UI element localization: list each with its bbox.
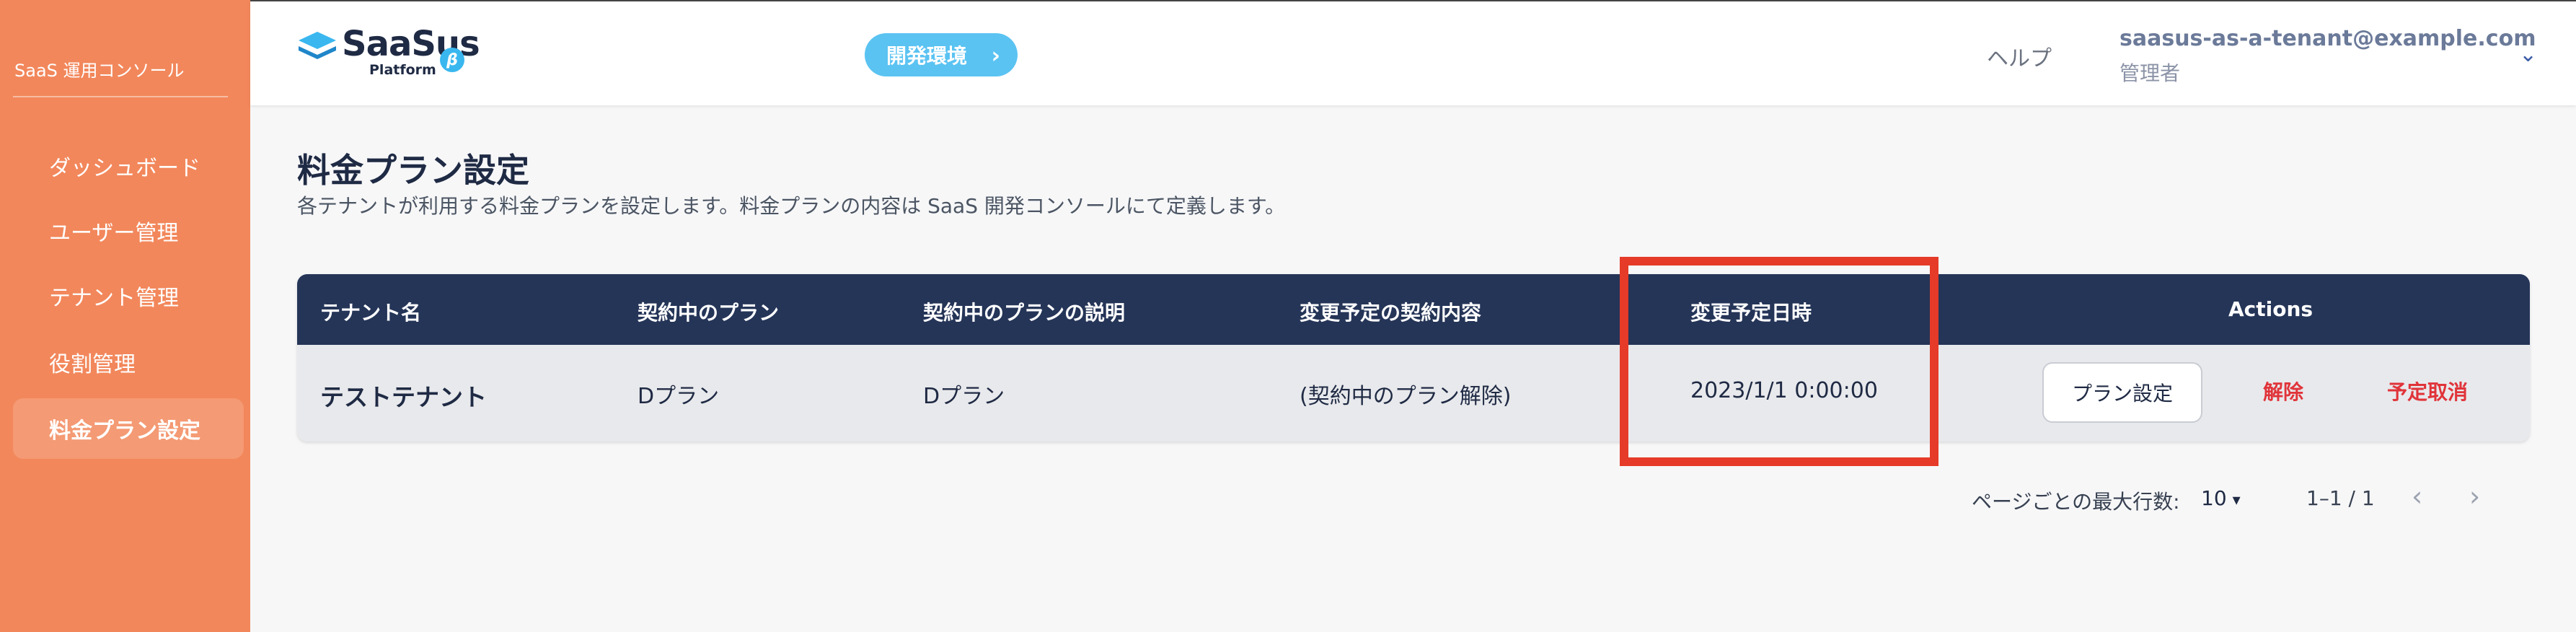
logo-stack-icon xyxy=(297,30,338,62)
sidebar: SaaS 運用コンソール ダッシュボード ユーザー管理 テナント管理 役割管理 … xyxy=(0,0,250,632)
rows-per-page-select[interactable]: 10 ▾ xyxy=(2201,486,2241,510)
sidebar-item-tenants[interactable]: テナント管理 xyxy=(13,265,244,326)
cell-scheduled-change: (契約中のプラン解除) xyxy=(1300,384,1512,409)
column-header-current-plan: 契約中のプラン xyxy=(638,301,780,325)
cell-scheduled-date: 2023/1/1 0:00:00 xyxy=(1690,378,1878,403)
table-row: テストテナント Dプラン Dプラン (契約中のプラン解除) 2023/1/1 0… xyxy=(297,345,2530,442)
cancel-plan-button[interactable]: 解除 xyxy=(2263,377,2303,405)
sidebar-item-roles[interactable]: 役割管理 xyxy=(13,332,244,392)
rows-per-page-label: ページごとの最大行数: xyxy=(1972,490,2180,514)
user-email[interactable]: saasus-as-a-tenant@example.com xyxy=(2120,26,2536,51)
sidebar-divider xyxy=(13,96,228,97)
chevron-down-icon[interactable]: ⌄ xyxy=(2519,42,2537,67)
column-header-tenant-name: テナント名 xyxy=(320,301,422,325)
environment-label: 開発環境 xyxy=(886,44,968,68)
sidebar-item-pricing-plans[interactable]: 料金プラン設定 xyxy=(13,398,244,459)
column-header-scheduled-date: 変更予定日時 xyxy=(1690,301,1812,325)
chevron-right-icon[interactable]: › xyxy=(2469,480,2480,512)
cell-tenant-name: テストテナント xyxy=(320,383,487,411)
plan-settings-button[interactable]: プラン設定 xyxy=(2042,362,2202,423)
environment-button[interactable]: 開発環境 › xyxy=(865,33,1018,76)
sidebar-item-users[interactable]: ユーザー管理 xyxy=(13,201,244,261)
pricing-plan-table: テナント名 契約中のプラン 契約中のプランの説明 変更予定の契約内容 変更予定日… xyxy=(297,274,2530,442)
chevron-left-icon[interactable]: ‹ xyxy=(2412,480,2422,512)
page-title: 料金プラン設定 xyxy=(297,151,529,190)
caret-down-icon: ▾ xyxy=(2232,491,2241,509)
column-header-current-plan-desc: 契約中のプランの説明 xyxy=(923,301,1126,325)
rows-per-page-value: 10 xyxy=(2201,486,2227,510)
page-description: 各テナントが利用する料金プランを設定します。料金プランの内容は SaaS 開発コ… xyxy=(297,194,1286,218)
sidebar-item-dashboard[interactable]: ダッシュボード xyxy=(13,136,244,196)
cell-current-plan: Dプラン xyxy=(638,384,720,409)
column-header-actions: Actions xyxy=(2228,297,2313,321)
table-header: テナント名 契約中のプラン 契約中のプランの説明 変更予定の契約内容 変更予定日… xyxy=(297,274,2530,345)
column-header-scheduled-change: 変更予定の契約内容 xyxy=(1300,301,1482,325)
beta-badge: β xyxy=(440,48,464,72)
help-link[interactable]: ヘルプ xyxy=(1987,40,2052,72)
top-header: SaaSus Platform β 開発環境 › ヘルプ saasus-as-a… xyxy=(250,0,2576,105)
sidebar-title: SaaS 運用コンソール xyxy=(14,61,185,81)
cell-current-plan-desc: Dプラン xyxy=(923,384,1005,409)
chevron-right-icon: › xyxy=(991,43,1000,69)
user-role: 管理者 xyxy=(2120,61,2181,85)
cancel-schedule-button[interactable]: 予定取消 xyxy=(2387,377,2468,405)
pagination-range: 1–1 / 1 xyxy=(2306,486,2375,510)
